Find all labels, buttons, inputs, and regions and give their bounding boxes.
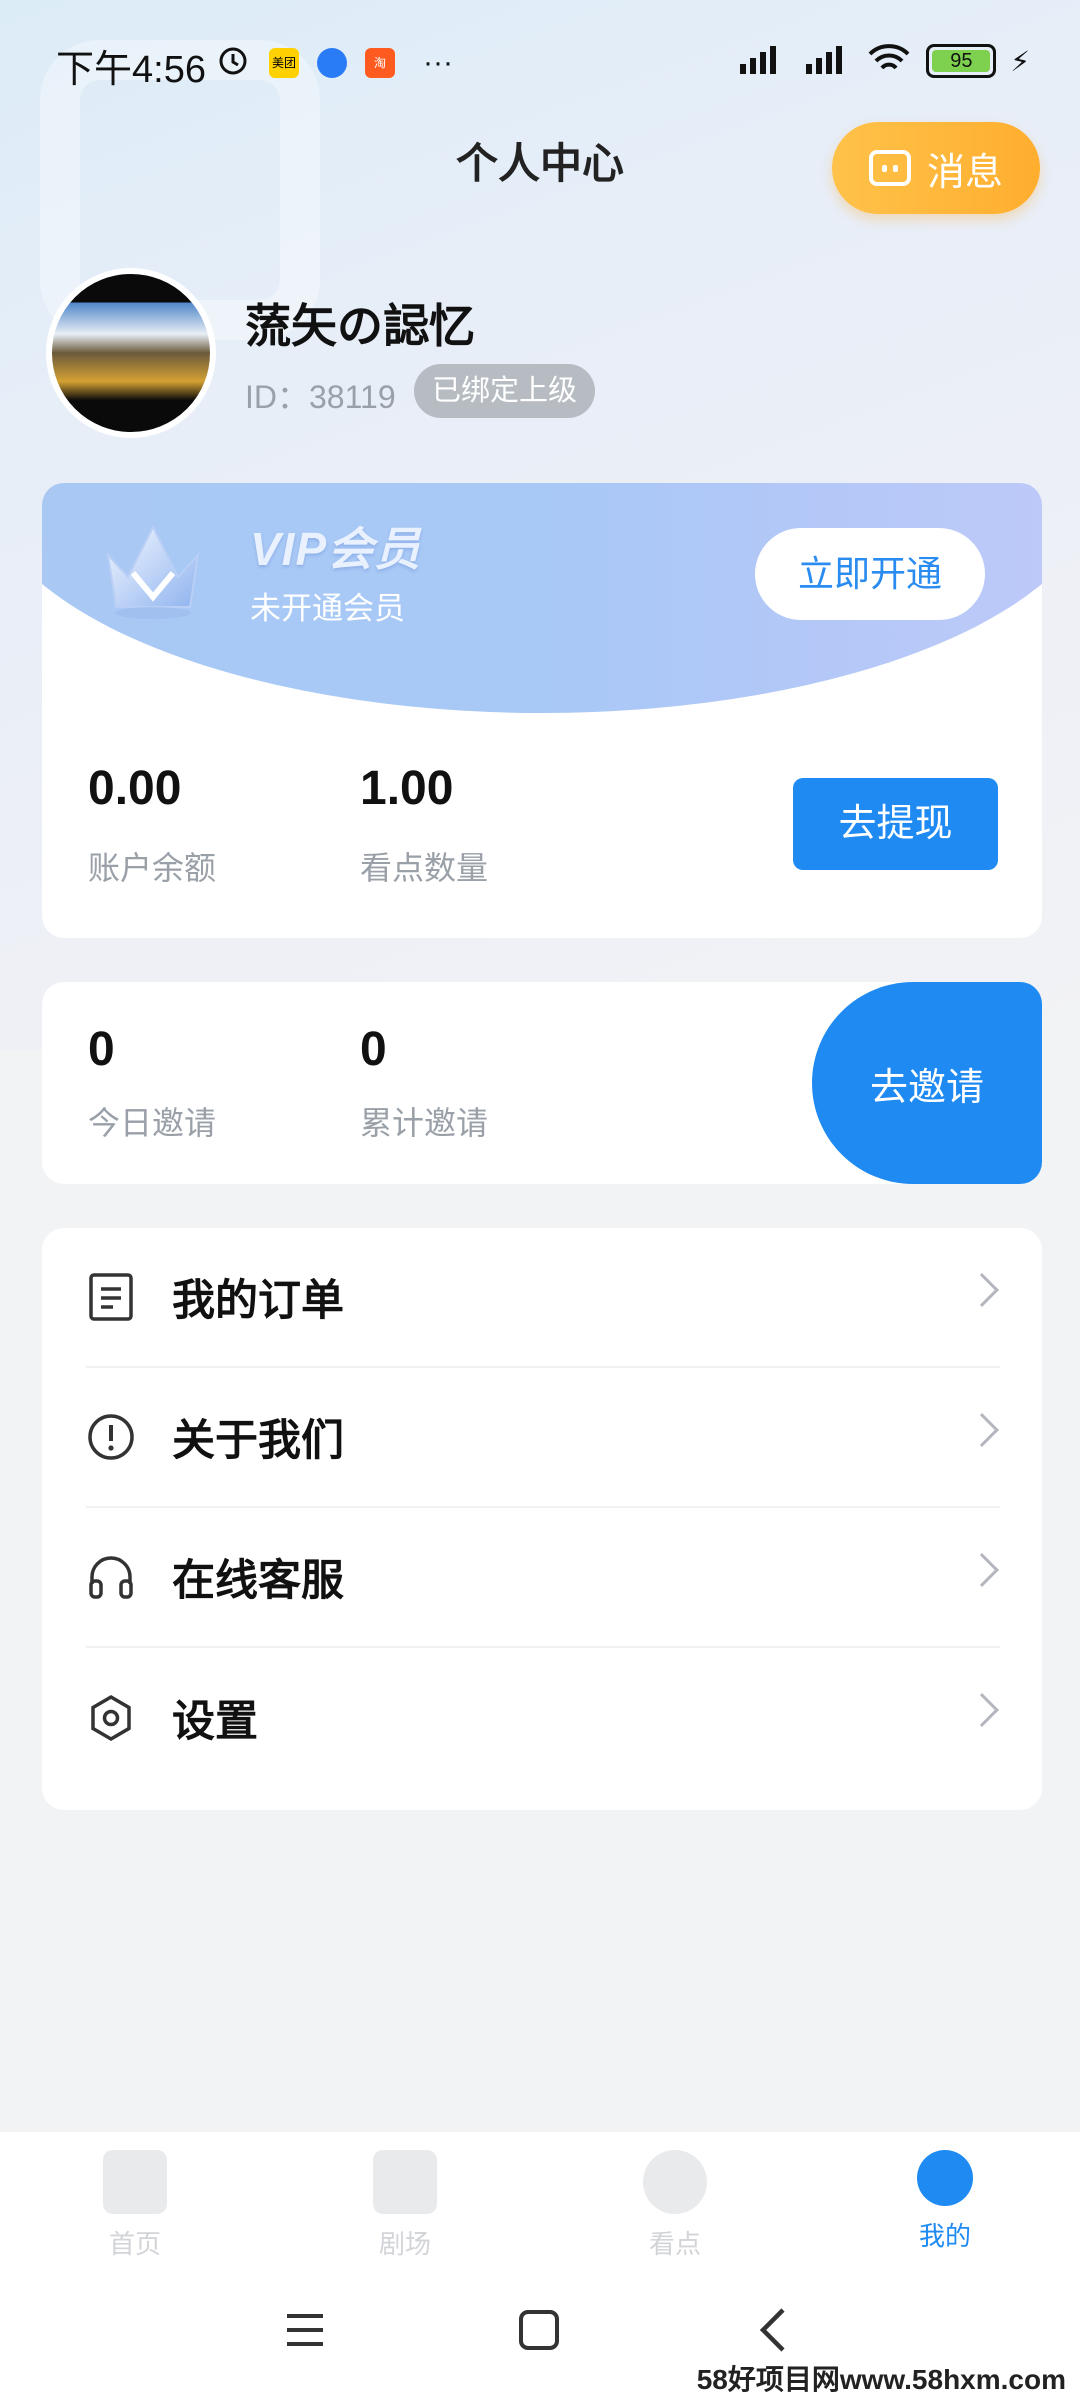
- home-icon: [103, 2150, 167, 2214]
- chevron-right-icon: [965, 1693, 999, 1727]
- play-icon: [373, 2150, 437, 2214]
- home-square-icon[interactable]: [517, 2308, 561, 2357]
- avatar[interactable]: [46, 268, 216, 438]
- system-nav-bar: 58好项目网www.58hxm.com: [0, 2272, 1080, 2400]
- status-bar: 下午4:56 美团 淘 ··· 95 ⚡: [0, 0, 1080, 120]
- invite-button[interactable]: 去邀请: [812, 982, 1042, 1184]
- balance-value: 0.00: [88, 762, 182, 815]
- money-bag-icon: [643, 2150, 707, 2214]
- crown-icon: [106, 524, 200, 619]
- nav-label-home: 首页: [108, 2229, 161, 2259]
- withdraw-button[interactable]: 去提现: [793, 778, 998, 870]
- status-notification-icons: 美团 淘 ···: [215, 42, 453, 83]
- today-invite-value: 0: [88, 1023, 115, 1076]
- app-notification-icon: [317, 47, 347, 78]
- message-label: 消息: [926, 151, 1003, 194]
- nav-label-points: 看点: [648, 2229, 701, 2259]
- signal-hd-icon-2: [800, 40, 852, 82]
- alarm-icon: [215, 42, 251, 83]
- menu-label-settings: 设置: [172, 1698, 258, 1746]
- vip-status: 未开通会员: [250, 591, 405, 626]
- menu-label-about: 关于我们: [172, 1417, 344, 1465]
- nav-theater[interactable]: 剧场: [305, 2150, 505, 2261]
- today-invite-label: 今日邀请: [88, 1105, 217, 1141]
- vip-wallet-card: VIP会员 未开通会员 立即开通 0.00 账户余额 1.00 看点数量 去提现: [42, 483, 1042, 938]
- site-watermark: 58好项目网www.58hxm.com: [696, 2364, 1066, 2395]
- nav-home[interactable]: 首页: [35, 2150, 235, 2261]
- user-id: ID：38119: [245, 379, 396, 415]
- menu-item-support[interactable]: 在线客服: [86, 1508, 1000, 1648]
- status-system-icons: 95 ⚡: [734, 40, 1030, 82]
- charging-icon: ⚡: [1010, 45, 1030, 77]
- signal-hd-icon: [734, 40, 786, 82]
- invite-card: 0 今日邀请 0 累计邀请 去邀请: [42, 982, 1042, 1184]
- order-list-icon: [86, 1272, 136, 1322]
- battery-indicator: 95: [926, 44, 997, 78]
- total-invite-value: 0: [360, 1023, 387, 1076]
- nav-mine[interactable]: 我的: [845, 2150, 1045, 2253]
- balance-label: 账户余额: [88, 850, 217, 886]
- chevron-right-icon: [965, 1413, 999, 1447]
- invite-label: 去邀请: [870, 1066, 985, 1109]
- menu-item-orders[interactable]: 我的订单: [86, 1228, 1000, 1368]
- bound-status-badge: 已绑定上级: [414, 364, 596, 418]
- points-value: 1.00: [360, 762, 454, 815]
- menu-label-support: 在线客服: [172, 1557, 344, 1605]
- menu-item-about[interactable]: 关于我们: [86, 1368, 1000, 1508]
- more-dots-icon: ···: [423, 45, 453, 79]
- menu-lines-icon[interactable]: [283, 2310, 327, 2355]
- menu-item-settings[interactable]: 设置: [86, 1648, 1000, 1788]
- vip-title: VIP会员: [250, 523, 422, 575]
- nav-points[interactable]: 看点: [575, 2150, 775, 2261]
- settings-hexagon-icon: [86, 1693, 136, 1743]
- chevron-right-icon: [965, 1553, 999, 1587]
- menu-label-orders: 我的订单: [172, 1277, 344, 1325]
- back-arrow-icon[interactable]: [755, 2306, 791, 2359]
- taobao-icon: 淘: [365, 47, 395, 78]
- bottom-nav: 首页 剧场 看点 我的: [0, 2132, 1080, 2272]
- menu-list: 我的订单 关于我们 在线客服 设置: [42, 1228, 1042, 1810]
- chevron-right-icon: [965, 1273, 999, 1307]
- username: 蓅矢の誋忆: [245, 300, 475, 352]
- message-button[interactable]: 消息: [832, 122, 1040, 214]
- points-label: 看点数量: [360, 850, 489, 886]
- total-invite-label: 累计邀请: [360, 1105, 489, 1141]
- headset-icon: [86, 1552, 136, 1602]
- status-time: 下午4:56: [56, 49, 206, 91]
- nav-label-theater: 剧场: [378, 2229, 431, 2259]
- nav-label-mine: 我的: [918, 2221, 971, 2251]
- info-circle-icon: [86, 1412, 136, 1462]
- open-vip-button[interactable]: 立即开通: [755, 528, 985, 620]
- battery-level: 95: [932, 50, 991, 72]
- wifi-icon: [866, 40, 912, 82]
- meituan-icon: 美团: [269, 47, 299, 78]
- chat-icon: [868, 150, 911, 186]
- user-icon: [917, 2150, 973, 2206]
